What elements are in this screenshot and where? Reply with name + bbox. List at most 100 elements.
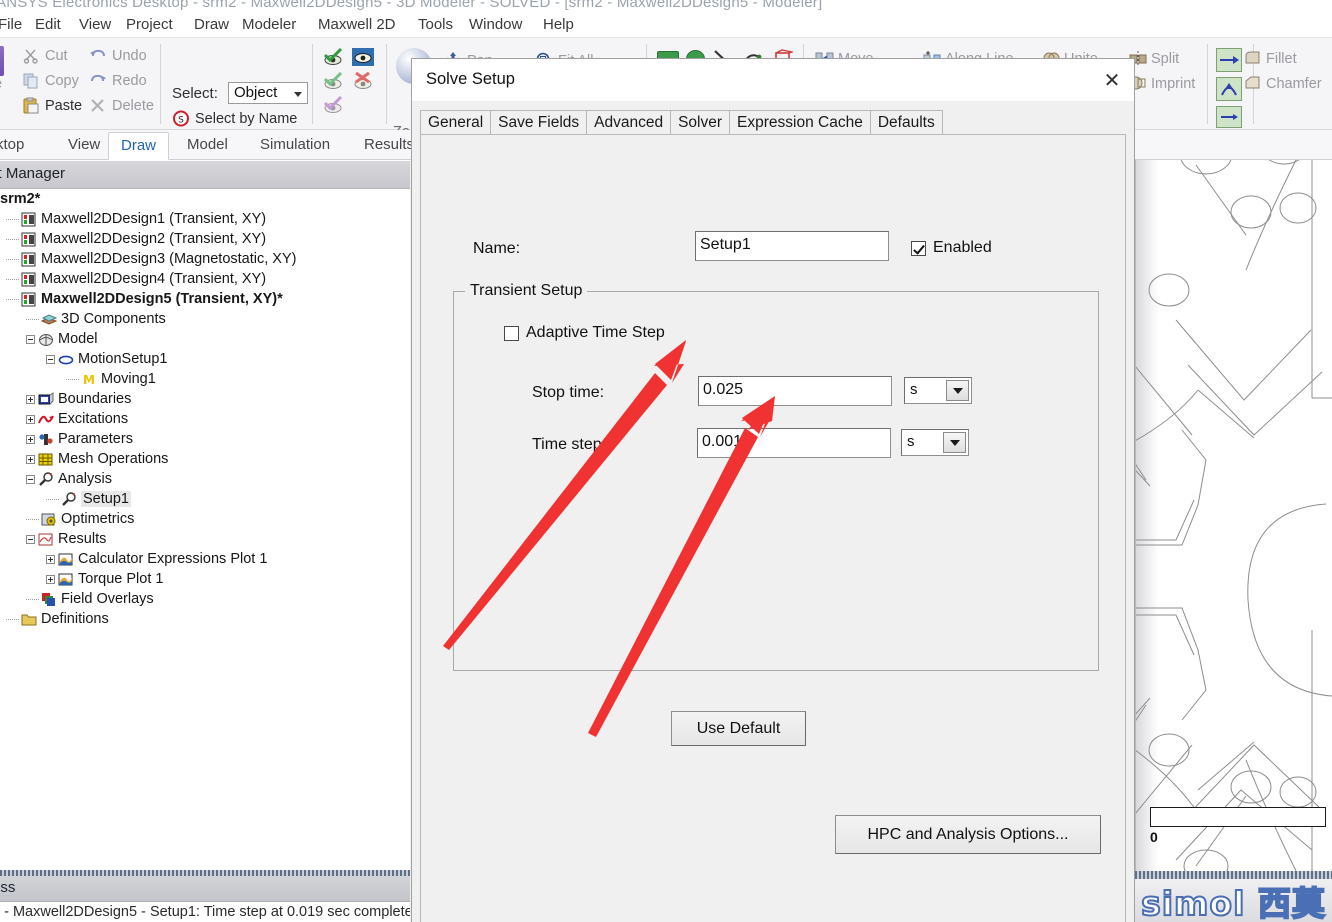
- tree-item-3d-components[interactable]: 3D Components: [0, 309, 166, 329]
- tree-item-label: Torque Plot 1: [78, 571, 164, 587]
- tab-save-fields[interactable]: Save Fields: [490, 110, 588, 135]
- tree-item-maxwell2ddesign4-transient-xy[interactable]: Maxwell2DDesign4 (Transient, XY): [0, 269, 266, 289]
- ribbon-partial-icon: [0, 46, 4, 76]
- chevron-down-icon[interactable]: [943, 432, 966, 453]
- project-manager-header: ct Manager: [0, 161, 410, 189]
- paste-button[interactable]: Paste: [22, 97, 82, 114]
- name-input[interactable]: Setup1: [695, 231, 889, 261]
- hide-all-icon[interactable]: [352, 71, 374, 95]
- show-all-icon[interactable]: [322, 47, 344, 71]
- tree-item-setup1[interactable]: Setup1: [0, 489, 131, 509]
- stop-time-input[interactable]: 0.025: [698, 376, 892, 406]
- project-tree[interactable]: srm2* Maxwell2DDesign1 (Transient, XY) Max…: [0, 189, 410, 870]
- menu-item-draw[interactable]: Draw: [192, 16, 231, 33]
- tree-item-maxwell2ddesign3-magnetostatic-xy[interactable]: Maxwell2DDesign3 (Magnetostatic, XY): [0, 249, 296, 269]
- tree-item-srm2[interactable]: srm2*: [0, 189, 40, 209]
- tree-item-maxwell2ddesign1-transient-xy[interactable]: Maxwell2DDesign1 (Transient, XY): [0, 209, 266, 229]
- tree-connector: [6, 618, 19, 620]
- enabled-checkbox[interactable]: Enabled: [911, 239, 992, 257]
- expand-icon[interactable]: [46, 554, 55, 564]
- chevron-down-icon: [294, 92, 302, 97]
- tab-draw[interactable]: Draw: [108, 132, 170, 160]
- collapse-icon[interactable]: [26, 334, 35, 344]
- tab-desktop[interactable]: ktop: [0, 132, 36, 160]
- menu-item-help[interactable]: Help: [541, 16, 576, 33]
- tree-item-mesh-operations[interactable]: Mesh Operations: [0, 449, 168, 469]
- fillet-button[interactable]: Fillet: [1243, 50, 1297, 67]
- tree-item-model[interactable]: Model: [0, 329, 98, 349]
- tree-item-moving1[interactable]: M Moving1: [0, 369, 156, 389]
- show-unselected-icon[interactable]: [322, 95, 344, 119]
- tab-model[interactable]: Model: [175, 132, 240, 160]
- dialog-title-bar[interactable]: Solve Setup ✕: [412, 59, 1134, 101]
- expand-icon[interactable]: [26, 454, 35, 464]
- tab-advanced[interactable]: Advanced: [586, 110, 672, 135]
- tab-simulation[interactable]: Simulation: [248, 132, 342, 160]
- duplicate-rotate-icon[interactable]: [1216, 77, 1242, 101]
- chamfer-button[interactable]: Chamfer: [1243, 75, 1322, 92]
- tree-item-boundaries[interactable]: Boundaries: [0, 389, 131, 409]
- menu-item-modeler[interactable]: Modeler: [240, 16, 298, 33]
- tree-item-label: MotionSetup1: [78, 351, 168, 367]
- expand-icon[interactable]: [26, 414, 35, 424]
- cut-button[interactable]: Cut: [22, 47, 68, 64]
- chevron-down-icon[interactable]: [946, 380, 969, 401]
- menu-item-file[interactable]: File: [0, 16, 24, 33]
- copy-button[interactable]: Copy: [22, 72, 79, 89]
- tab-expression-cache[interactable]: Expression Cache: [729, 110, 871, 135]
- delete-button[interactable]: Delete: [89, 97, 154, 114]
- menu-item-view[interactable]: View: [77, 16, 113, 33]
- expand-icon[interactable]: [26, 394, 35, 404]
- duplicate-along-line-icon[interactable]: [1216, 106, 1242, 128]
- tree-item-optimetrics[interactable]: Optimetrics: [0, 509, 134, 529]
- undo-icon: [89, 47, 107, 64]
- modeler-canvas[interactable]: 0: [1135, 160, 1332, 871]
- tree-item-maxwell2ddesign2-transient-xy[interactable]: Maxwell2DDesign2 (Transient, XY): [0, 229, 266, 249]
- tree-item-excitations[interactable]: Excitations: [0, 409, 128, 429]
- tree-item-calculator-expressions-plot-1[interactable]: Calculator Expressions Plot 1: [0, 549, 267, 569]
- hpc-and-analysis-options-button[interactable]: HPC and Analysis Options...: [835, 815, 1101, 854]
- dialog-tab-page-general: Name: Setup1 Enabled Transient Setup Ada…: [420, 134, 1126, 922]
- expand-icon[interactable]: [26, 434, 35, 444]
- menu-item-project[interactable]: Project: [124, 16, 175, 33]
- split-button[interactable]: Split: [1128, 50, 1179, 67]
- use-default-button[interactable]: Use Default: [671, 711, 806, 746]
- stop-time-unit-combo[interactable]: s: [904, 377, 972, 404]
- expand-icon[interactable]: [46, 574, 55, 584]
- tree-item-results[interactable]: Results: [0, 529, 106, 549]
- solve-setup-dialog: Solve Setup ✕ General Save Fields Advanc…: [411, 58, 1135, 922]
- duplicate-mirror-icon[interactable]: [1216, 48, 1242, 72]
- tree-connector: [26, 518, 39, 520]
- tree-item-definitions[interactable]: Definitions: [0, 609, 109, 629]
- select-mode-combo[interactable]: Object: [228, 82, 308, 104]
- tree-item-analysis[interactable]: Analysis: [0, 469, 112, 489]
- undo-button[interactable]: Undo: [89, 47, 147, 64]
- collapse-icon[interactable]: [46, 354, 55, 364]
- menu-item-maxwell2d[interactable]: Maxwell 2D: [316, 16, 398, 33]
- adaptive-time-step-checkbox[interactable]: Adaptive Time Step: [504, 324, 665, 342]
- time-step-input[interactable]: 0.001: [697, 428, 891, 458]
- menu-item-edit[interactable]: Edit: [33, 16, 63, 33]
- tab-view[interactable]: View: [56, 132, 112, 160]
- tree-item-torque-plot-1[interactable]: Torque Plot 1: [0, 569, 163, 589]
- message-text: 2 - Maxwell2DDesign5 - Setup1: Time step…: [0, 904, 410, 920]
- tab-defaults[interactable]: Defaults: [869, 110, 943, 135]
- hide-selected-icon[interactable]: [322, 71, 344, 95]
- tree-item-motionsetup1[interactable]: MotionSetup1: [0, 349, 167, 369]
- collapse-icon[interactable]: [26, 474, 35, 484]
- tree-item-parameters[interactable]: Parameters: [0, 429, 133, 449]
- tab-general[interactable]: General: [420, 110, 492, 135]
- time-step-unit-combo[interactable]: s: [901, 429, 969, 456]
- tree-item-maxwell2ddesign5-transient-xy[interactable]: Maxwell2DDesign5 (Transient, XY)*: [0, 289, 283, 309]
- tab-solver[interactable]: Solver: [670, 110, 731, 135]
- close-icon[interactable]: ✕: [1098, 67, 1126, 93]
- select-by-name-button[interactable]: S Select by Name: [172, 110, 297, 127]
- show-selected-icon[interactable]: [352, 48, 374, 71]
- menu-item-window[interactable]: Window: [467, 16, 524, 33]
- redo-button[interactable]: Redo: [89, 72, 147, 89]
- moving-m-icon: M: [81, 372, 97, 387]
- collapse-icon[interactable]: [26, 534, 35, 544]
- imprint-button[interactable]: Imprint: [1128, 75, 1195, 92]
- menu-item-tools[interactable]: Tools: [416, 16, 455, 33]
- tree-item-field-overlays[interactable]: Field Overlays: [0, 589, 154, 609]
